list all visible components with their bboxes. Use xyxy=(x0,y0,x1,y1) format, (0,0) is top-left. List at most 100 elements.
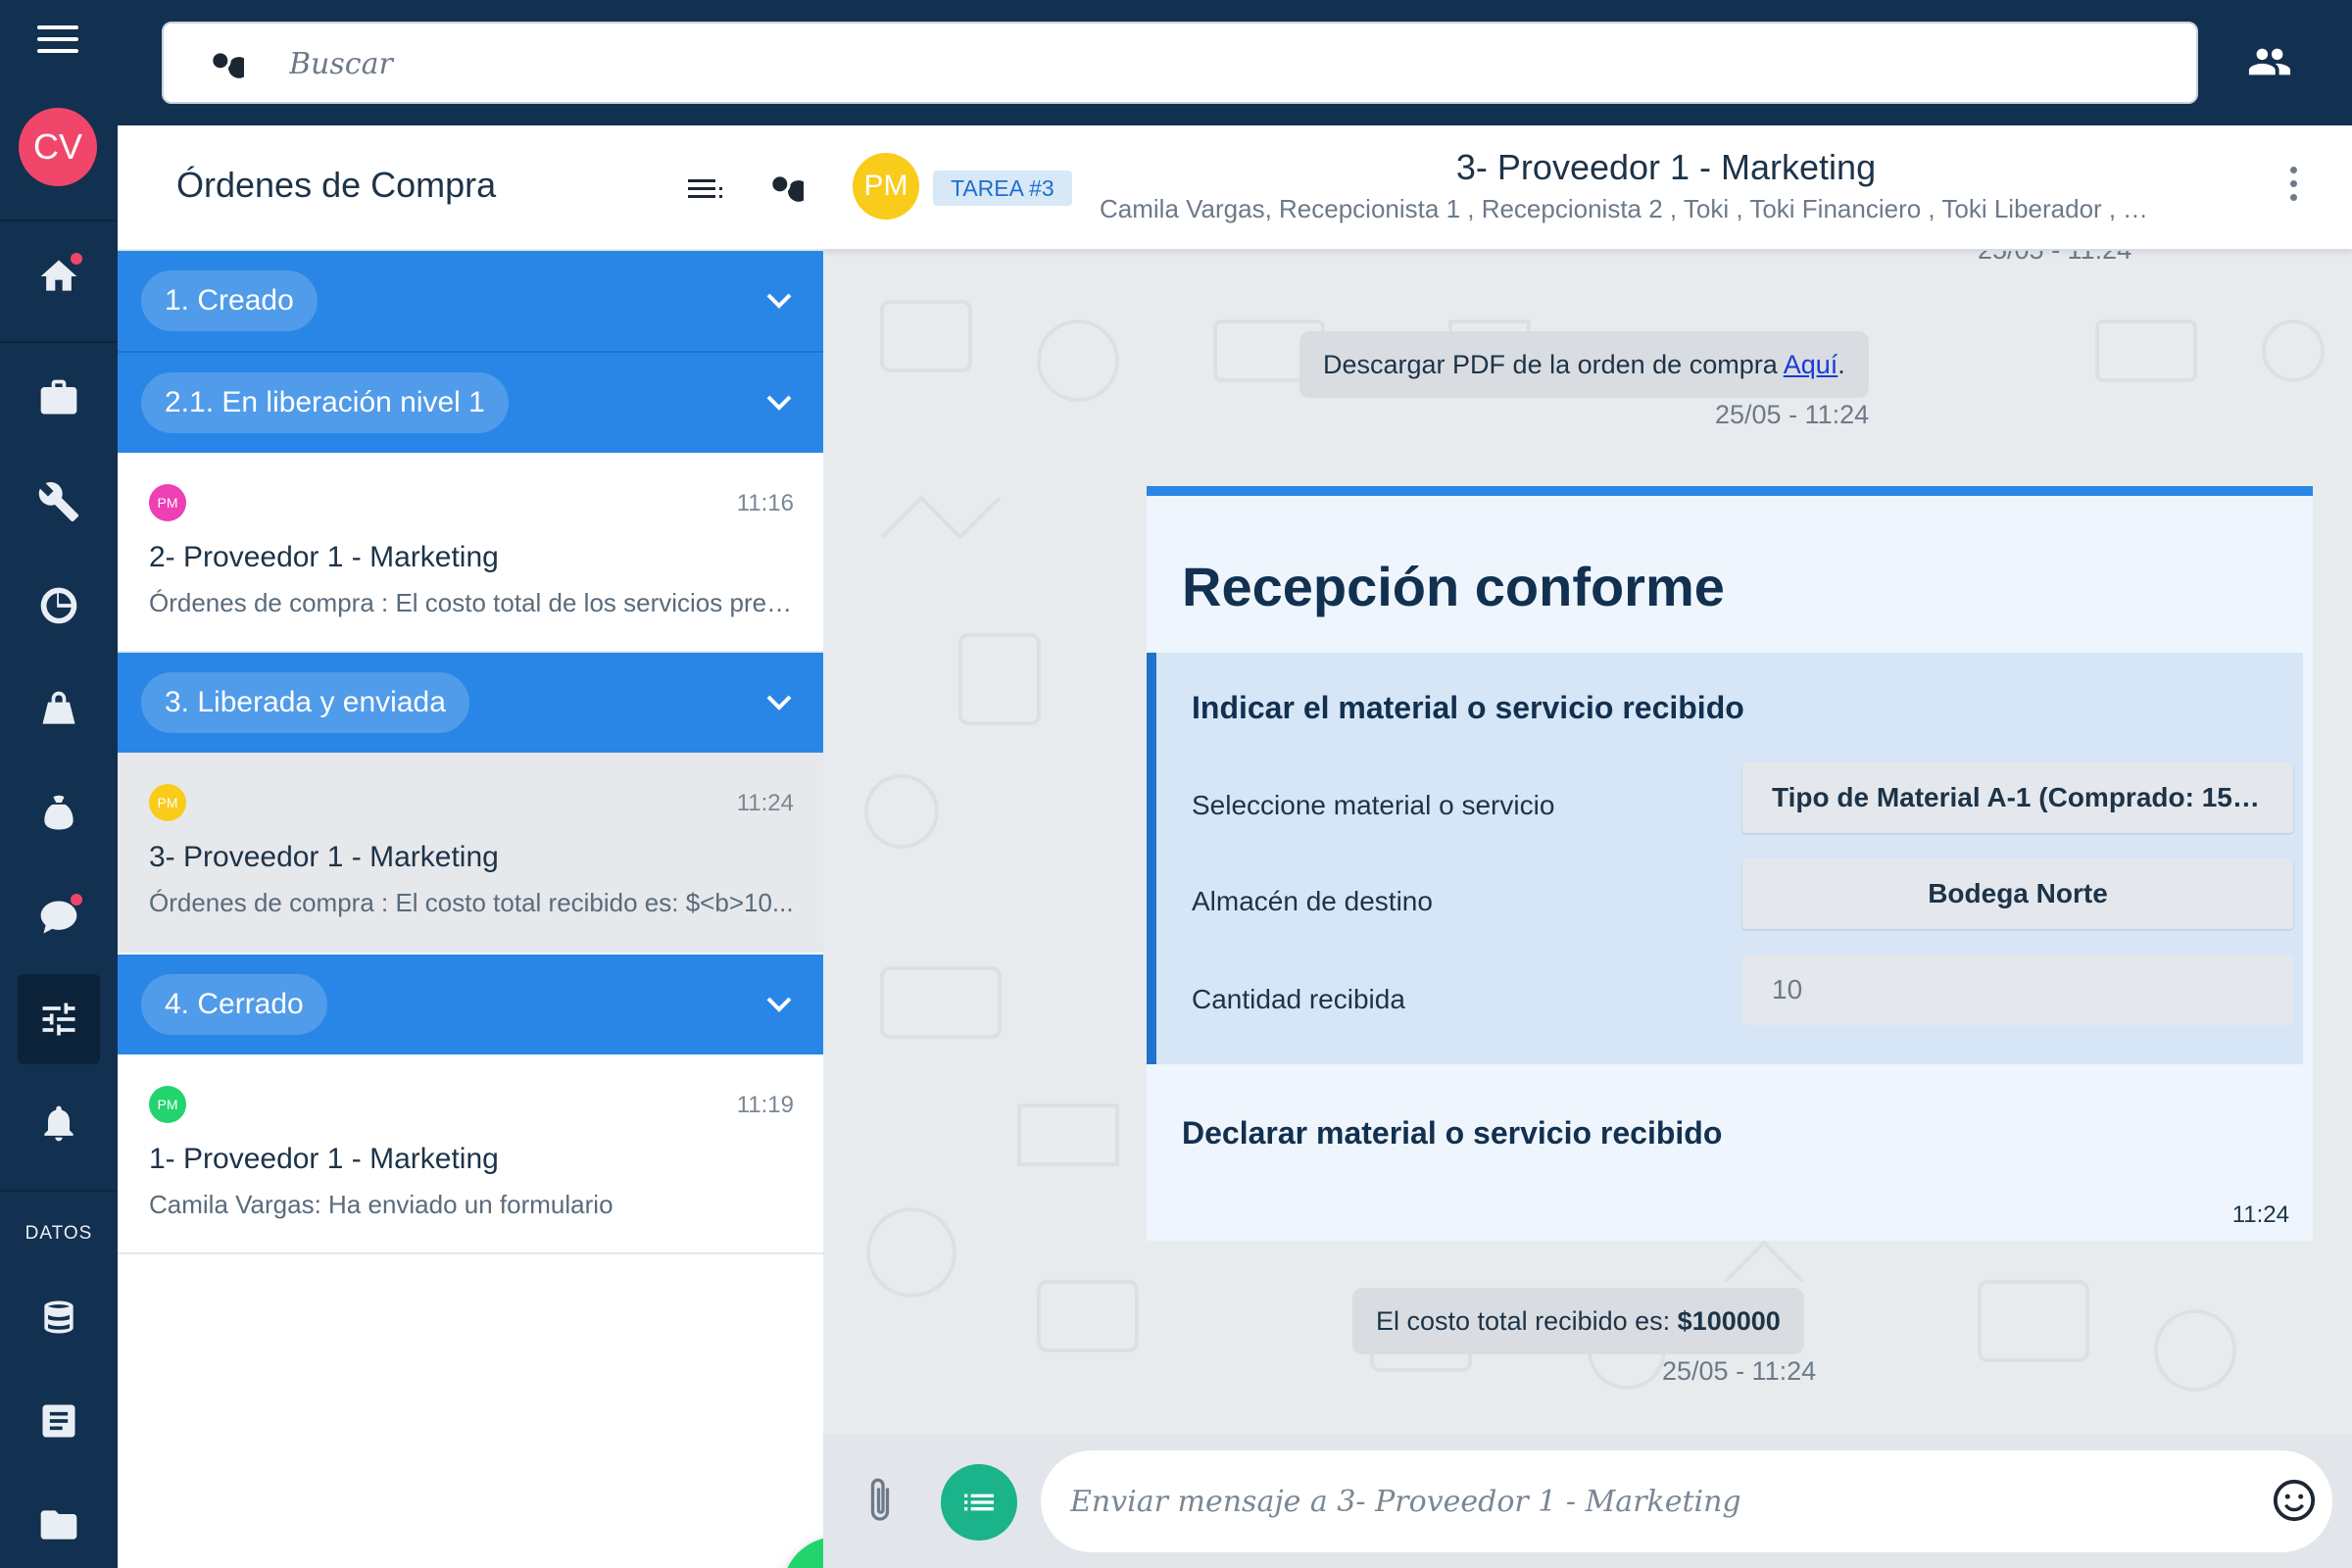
chevron-down-icon[interactable] xyxy=(764,288,794,314)
avatar: PM xyxy=(149,484,186,521)
forms-button[interactable] xyxy=(941,1464,1017,1541)
group-label: 3. Liberada y enviada xyxy=(141,672,469,733)
message-composer xyxy=(823,1435,2352,1568)
message-input-wrapper xyxy=(1041,1450,2332,1552)
item-time: 11:24 xyxy=(736,790,794,816)
warehouse-select[interactable]: Bodega Norte xyxy=(1742,858,2293,929)
notification-dot xyxy=(71,894,82,906)
wrench-icon xyxy=(38,482,79,522)
nav-notifications[interactable] xyxy=(18,1078,100,1168)
emoji-icon[interactable] xyxy=(2272,1478,2317,1523)
chevron-down-icon[interactable] xyxy=(764,390,794,416)
chat-panel: PM TAREA #3 3- Proveedor 1 - Marketing C… xyxy=(823,125,2352,1568)
chat-title: 3- Proveedor 1 - Marketing xyxy=(1455,147,1877,187)
nav-settings[interactable] xyxy=(18,974,100,1064)
form-section-title: Indicar el material o servicio recibido xyxy=(1192,690,1744,725)
group-header-creado[interactable]: 1. Creado xyxy=(118,251,823,351)
briefcase-icon xyxy=(40,379,77,415)
attach-icon[interactable] xyxy=(862,1474,898,1529)
contacts-button[interactable] xyxy=(2244,39,2295,84)
group-label: 4. Cerrado xyxy=(141,974,327,1035)
nav-home[interactable] xyxy=(18,231,100,321)
database-icon xyxy=(44,1300,74,1334)
search-icon xyxy=(213,53,244,78)
orders-list-panel: Órdenes de Compra 1. Creado 2.1. En libe… xyxy=(118,125,892,1568)
form-declare-title: Declarar material o servicio recibido xyxy=(1182,1115,1723,1151)
chevron-down-icon[interactable] xyxy=(764,992,794,1017)
global-search[interactable] xyxy=(162,22,2198,104)
folder-icon xyxy=(40,1510,77,1540)
bag-icon xyxy=(42,691,75,724)
chevron-down-icon[interactable] xyxy=(764,690,794,715)
bell-icon xyxy=(44,1105,74,1142)
group-header-liberacion[interactable]: 2.1. En liberación nivel 1 xyxy=(118,353,823,453)
item-preview: Órdenes de compra : El costo total de lo… xyxy=(149,588,796,617)
item-title: 3- Proveedor 1 - Marketing xyxy=(149,841,499,873)
nav-money[interactable] xyxy=(18,768,100,858)
nav-shop[interactable] xyxy=(18,664,100,755)
cost-message: El costo total recibido es: $100000 xyxy=(1352,1288,1804,1354)
nav-documents[interactable] xyxy=(18,1376,100,1466)
item-preview: Órdenes de compra : El costo total recib… xyxy=(149,888,794,917)
item-time: 11:19 xyxy=(736,1092,794,1118)
left-rail: CV DATOS xyxy=(0,0,118,1568)
search-input[interactable] xyxy=(289,37,2151,90)
form-card: Recepción conforme Indicar el material o… xyxy=(1147,486,2313,1241)
group-header-cerrado[interactable]: 4. Cerrado xyxy=(118,955,823,1054)
material-select[interactable]: Tipo de Material A-1 (Comprado: 15 - ... xyxy=(1742,762,2293,833)
more-options-icon[interactable] xyxy=(2285,167,2301,210)
nav-briefcase[interactable] xyxy=(18,353,100,443)
field-label: Cantidad recibida xyxy=(1192,984,1405,1014)
rail-divider xyxy=(0,341,118,343)
item-preview: Camila Vargas: Ha enviado un formulario xyxy=(149,1190,613,1219)
pdf-message-suffix: . xyxy=(1838,350,1845,379)
nav-dashboard[interactable] xyxy=(18,561,100,651)
list-item[interactable]: PM 11:19 1- Proveedor 1 - Marketing Cami… xyxy=(118,1054,823,1254)
message-input[interactable] xyxy=(1070,1474,2227,1529)
message-timestamp: 25/05 - 11:24 xyxy=(1715,400,1870,429)
cost-message-text: El costo total recibido es: xyxy=(1376,1306,1678,1336)
chat-participants: Camila Vargas, Recepcionista 1 , Recepci… xyxy=(1100,194,2158,223)
people-icon xyxy=(2248,48,2291,75)
filter-icon[interactable] xyxy=(686,174,725,204)
card-time: 11:24 xyxy=(2231,1201,2289,1228)
nav-tools[interactable] xyxy=(18,457,100,547)
list-item-selected[interactable]: PM 11:24 3- Proveedor 1 - Marketing Órde… xyxy=(118,753,823,953)
form-heading: Recepción conforme xyxy=(1182,556,1725,617)
pdf-download-link[interactable]: Aquí xyxy=(1784,350,1838,379)
group-label: 1. Creado xyxy=(141,270,318,331)
group-label: 2.1. En liberación nivel 1 xyxy=(141,372,509,433)
sliders-icon xyxy=(42,1003,75,1036)
pdf-message: Descargar PDF de la orden de compra Aquí… xyxy=(1299,331,1869,398)
quantity-input[interactable]: 10 xyxy=(1742,955,2293,1025)
search-icon[interactable] xyxy=(764,169,804,208)
pdf-message-text: Descargar PDF de la orden de compra xyxy=(1323,350,1784,379)
nav-database[interactable] xyxy=(18,1272,100,1362)
form-section: Indicar el material o servicio recibido … xyxy=(1147,653,2303,1064)
chat-header: PM TAREA #3 3- Proveedor 1 - Marketing C… xyxy=(823,125,2352,251)
avatar: PM xyxy=(149,1086,186,1123)
top-bar xyxy=(118,0,2352,125)
list-item[interactable]: PM 11:16 2- Proveedor 1 - Marketing Órde… xyxy=(118,453,823,653)
notification-dot xyxy=(71,253,82,265)
cost-amount: $100000 xyxy=(1677,1306,1781,1336)
list-header: Órdenes de Compra xyxy=(118,125,823,251)
item-title: 1- Proveedor 1 - Marketing xyxy=(149,1143,499,1175)
list-icon xyxy=(964,1494,994,1511)
rail-divider xyxy=(0,220,118,221)
item-title: 2- Proveedor 1 - Marketing xyxy=(149,541,499,573)
rail-divider xyxy=(0,1190,118,1192)
avatar: PM xyxy=(149,784,186,821)
dashboard-icon xyxy=(40,587,77,624)
form-accent-bar xyxy=(1147,486,2313,496)
menu-icon[interactable] xyxy=(37,25,78,55)
field-label: Almacén de destino xyxy=(1192,886,1433,916)
money-bag-icon xyxy=(44,795,74,830)
item-time: 11:16 xyxy=(736,490,794,516)
group-header-liberada[interactable]: 3. Liberada y enviada xyxy=(118,653,823,753)
user-avatar[interactable]: CV xyxy=(19,108,97,186)
field-label: Seleccione material o servicio xyxy=(1192,790,1555,820)
nav-chat[interactable] xyxy=(18,872,100,962)
nav-folder[interactable] xyxy=(18,1480,100,1568)
list-title: Órdenes de Compra xyxy=(176,165,497,205)
